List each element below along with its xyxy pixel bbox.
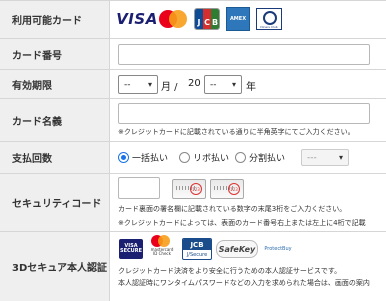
- secure3d-note: クレジットカード決済をより安全に行うための本人認証サービスです。: [118, 267, 342, 275]
- diners-club-logo: Diners Club: [255, 8, 283, 30]
- installments-select[interactable]: --- ▾: [301, 149, 349, 166]
- security-code-row: セキュリティコード 123 123 カード裏面の署名欄に記載されている数字の末尾…: [0, 174, 386, 232]
- card-number-input[interactable]: [118, 44, 370, 65]
- available-cards-label: 利用可能カード: [0, 1, 110, 38]
- security-code-note-2: ※クレジットカードによっては、表面のカード番号右上または左上に4桁で記載: [118, 219, 366, 227]
- secure3d-row: 3Dセキュア本人認証 VISA SECURE mastercard ID Chec…: [0, 232, 386, 301]
- radio-revolving-label[interactable]: リボ払い: [193, 151, 229, 164]
- chevron-down-icon: ▾: [231, 80, 236, 89]
- secure3d-label: 3Dセキュア本人認証: [0, 232, 110, 301]
- expiry-month-unit: 月 /: [161, 82, 178, 93]
- card-name-input[interactable]: [118, 103, 370, 124]
- diners-protectbuy-logo: ProtectBuy: [264, 246, 292, 252]
- card-name-row: カード名義 ※クレジットカードに記載されている通りに半角英字にてご入力ください。: [0, 99, 386, 142]
- jcb-jsecure-logo: JCB J/Secure: [182, 238, 212, 260]
- payment-count-row: 支払回数 一括払い リボ払い 分割払い --- ▾: [0, 142, 386, 174]
- visa-logo: VISA: [116, 10, 158, 28]
- security-code-input[interactable]: [118, 177, 160, 199]
- mastercard-logo: [158, 9, 188, 29]
- card-number-label: カード番号: [0, 39, 110, 69]
- jcb-logo: J C B: [194, 8, 220, 30]
- expiry-label: 有効期限: [0, 70, 110, 98]
- card-back-illustration-2: 123: [210, 179, 244, 199]
- expiry-year-prefix: 20: [188, 78, 201, 89]
- chevron-down-icon: ▾: [338, 153, 343, 162]
- available-cards-row: 利用可能カード VISA J C B AMEX Diners Club: [0, 1, 386, 39]
- verified-by-visa-logo: VISA SECURE: [118, 238, 144, 260]
- secure3d-note-2: 本人認証時にワンタイムパスワードなどの入力を求められた場合は、画面の案内: [118, 279, 370, 287]
- card-name-label: カード名義: [0, 99, 110, 141]
- expiry-year-unit: 年: [246, 82, 256, 93]
- payment-count-label: 支払回数: [0, 142, 110, 173]
- mastercard-id-check-logo: mastercard ID Check: [148, 235, 176, 258]
- credit-card-form: 利用可能カード VISA J C B AMEX Diners Club カード番…: [0, 0, 386, 301]
- amex-logo: AMEX: [226, 7, 250, 31]
- radio-installments-label[interactable]: 分割払い: [249, 151, 285, 164]
- radio-revolving[interactable]: [179, 152, 190, 163]
- expiry-month-select[interactable]: -- ▾: [118, 75, 158, 94]
- radio-installments[interactable]: [235, 152, 246, 163]
- expiry-year-select[interactable]: -- ▾: [204, 75, 242, 94]
- chevron-down-icon: ▾: [147, 80, 152, 89]
- card-number-row: カード番号: [0, 39, 386, 70]
- expiry-row: 有効期限 -- ▾ 月 / 20 -- ▾ 年: [0, 70, 386, 99]
- amex-safekey-logo: SafeKey: [216, 238, 258, 260]
- security-code-note: カード裏面の署名欄に記載されている数字の末尾3桁をご入力ください。: [118, 205, 347, 213]
- brand-logos: VISA J C B AMEX Diners Club: [110, 1, 386, 38]
- radio-lump-sum[interactable]: [118, 152, 129, 163]
- radio-lump-sum-label[interactable]: 一括払い: [132, 151, 168, 164]
- card-name-note: ※クレジットカードに記載されている通りに半角英字にてご入力ください。: [118, 128, 355, 136]
- card-back-illustration-1: 123: [172, 179, 206, 199]
- security-code-label: セキュリティコード: [0, 174, 110, 231]
